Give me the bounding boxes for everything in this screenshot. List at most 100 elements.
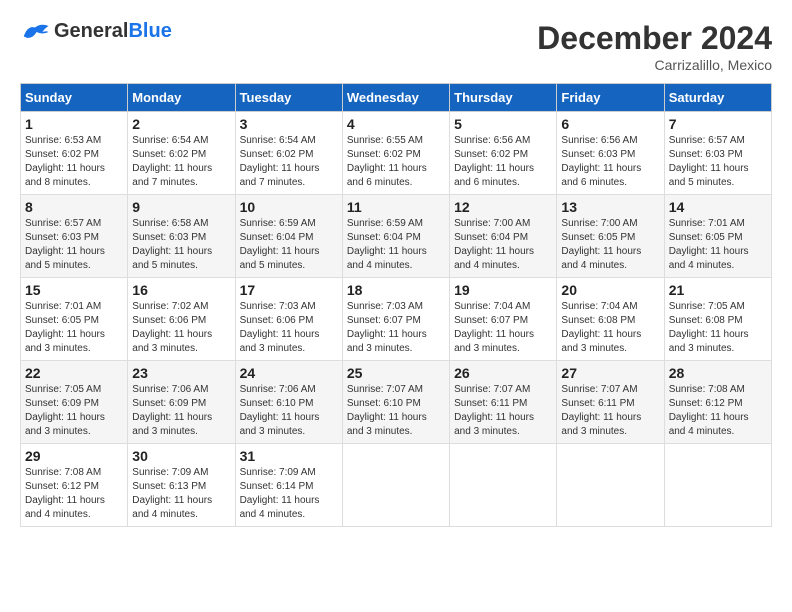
sunset-label: Sunset: 6:13 PM [132, 481, 206, 492]
calendar-cell: 19 Sunrise: 7:04 AM Sunset: 6:07 PM Dayl… [450, 278, 557, 361]
sunrise-label: Sunrise: 7:07 AM [347, 384, 423, 395]
calendar-cell: 7 Sunrise: 6:57 AM Sunset: 6:03 PM Dayli… [664, 112, 771, 195]
daylight-label: Daylight: 11 hours and 4 minutes. [561, 246, 641, 271]
sunset-label: Sunset: 6:03 PM [25, 232, 99, 243]
sunrise-label: Sunrise: 6:57 AM [25, 218, 101, 229]
sunrise-label: Sunrise: 6:57 AM [669, 135, 745, 146]
daylight-label: Daylight: 11 hours and 4 minutes. [240, 495, 320, 520]
sunrise-label: Sunrise: 7:07 AM [561, 384, 637, 395]
daylight-label: Daylight: 11 hours and 3 minutes. [240, 412, 320, 437]
calendar-cell: 17 Sunrise: 7:03 AM Sunset: 6:06 PM Dayl… [235, 278, 342, 361]
daylight-label: Daylight: 11 hours and 6 minutes. [454, 163, 534, 188]
sunset-label: Sunset: 6:04 PM [454, 232, 528, 243]
day-number: 2 [132, 116, 230, 132]
daylight-label: Daylight: 11 hours and 5 minutes. [132, 246, 212, 271]
sunset-label: Sunset: 6:03 PM [669, 149, 743, 160]
day-number: 18 [347, 282, 445, 298]
day-number: 5 [454, 116, 552, 132]
sunset-label: Sunset: 6:02 PM [240, 149, 314, 160]
sunset-label: Sunset: 6:07 PM [347, 315, 421, 326]
sunset-label: Sunset: 6:03 PM [561, 149, 635, 160]
day-info: Sunrise: 7:03 AM Sunset: 6:06 PM Dayligh… [240, 300, 338, 356]
day-number: 9 [132, 199, 230, 215]
day-info: Sunrise: 7:07 AM Sunset: 6:10 PM Dayligh… [347, 383, 445, 439]
day-info: Sunrise: 7:07 AM Sunset: 6:11 PM Dayligh… [454, 383, 552, 439]
daylight-label: Daylight: 11 hours and 4 minutes. [454, 246, 534, 271]
calendar-cell [557, 444, 664, 527]
calendar-cell: 21 Sunrise: 7:05 AM Sunset: 6:08 PM Dayl… [664, 278, 771, 361]
daylight-label: Daylight: 11 hours and 3 minutes. [561, 412, 641, 437]
day-number: 14 [669, 199, 767, 215]
daylight-label: Daylight: 11 hours and 7 minutes. [132, 163, 212, 188]
day-number: 19 [454, 282, 552, 298]
day-info: Sunrise: 7:09 AM Sunset: 6:13 PM Dayligh… [132, 466, 230, 522]
calendar-cell: 10 Sunrise: 6:59 AM Sunset: 6:04 PM Dayl… [235, 195, 342, 278]
day-info: Sunrise: 7:00 AM Sunset: 6:05 PM Dayligh… [561, 217, 659, 273]
day-number: 15 [25, 282, 123, 298]
daylight-label: Daylight: 11 hours and 3 minutes. [669, 329, 749, 354]
sunset-label: Sunset: 6:02 PM [347, 149, 421, 160]
daylight-label: Daylight: 11 hours and 6 minutes. [347, 163, 427, 188]
col-sunday: Sunday [21, 84, 128, 112]
calendar-cell [342, 444, 449, 527]
daylight-label: Daylight: 11 hours and 8 minutes. [25, 163, 105, 188]
sunrise-label: Sunrise: 6:59 AM [240, 218, 316, 229]
sunset-label: Sunset: 6:04 PM [240, 232, 314, 243]
calendar-cell [450, 444, 557, 527]
sunset-label: Sunset: 6:04 PM [347, 232, 421, 243]
day-info: Sunrise: 7:04 AM Sunset: 6:07 PM Dayligh… [454, 300, 552, 356]
sunrise-label: Sunrise: 7:01 AM [25, 301, 101, 312]
calendar-cell: 20 Sunrise: 7:04 AM Sunset: 6:08 PM Dayl… [557, 278, 664, 361]
day-number: 12 [454, 199, 552, 215]
page-header: GeneralBlue December 2024 Carrizalillo, … [20, 20, 772, 73]
calendar-cell: 12 Sunrise: 7:00 AM Sunset: 6:04 PM Dayl… [450, 195, 557, 278]
sunrise-label: Sunrise: 7:07 AM [454, 384, 530, 395]
day-number: 25 [347, 365, 445, 381]
day-info: Sunrise: 7:06 AM Sunset: 6:09 PM Dayligh… [132, 383, 230, 439]
day-info: Sunrise: 7:04 AM Sunset: 6:08 PM Dayligh… [561, 300, 659, 356]
sunset-label: Sunset: 6:14 PM [240, 481, 314, 492]
day-number: 17 [240, 282, 338, 298]
sunset-label: Sunset: 6:05 PM [25, 315, 99, 326]
day-number: 20 [561, 282, 659, 298]
col-monday: Monday [128, 84, 235, 112]
calendar-cell: 22 Sunrise: 7:05 AM Sunset: 6:09 PM Dayl… [21, 361, 128, 444]
calendar-cell: 3 Sunrise: 6:54 AM Sunset: 6:02 PM Dayli… [235, 112, 342, 195]
day-info: Sunrise: 6:53 AM Sunset: 6:02 PM Dayligh… [25, 134, 123, 190]
day-number: 27 [561, 365, 659, 381]
month-title: December 2024 [537, 20, 772, 57]
day-number: 4 [347, 116, 445, 132]
col-friday: Friday [557, 84, 664, 112]
daylight-label: Daylight: 11 hours and 3 minutes. [240, 329, 320, 354]
sunrise-label: Sunrise: 7:09 AM [240, 467, 316, 478]
sunrise-label: Sunrise: 7:00 AM [561, 218, 637, 229]
calendar-cell: 6 Sunrise: 6:56 AM Sunset: 6:03 PM Dayli… [557, 112, 664, 195]
sunrise-label: Sunrise: 6:59 AM [347, 218, 423, 229]
day-info: Sunrise: 6:59 AM Sunset: 6:04 PM Dayligh… [240, 217, 338, 273]
calendar-header-row: Sunday Monday Tuesday Wednesday Thursday… [21, 84, 772, 112]
calendar-cell: 30 Sunrise: 7:09 AM Sunset: 6:13 PM Dayl… [128, 444, 235, 527]
sunset-label: Sunset: 6:11 PM [454, 398, 527, 409]
day-number: 6 [561, 116, 659, 132]
daylight-label: Daylight: 11 hours and 5 minutes. [240, 246, 320, 271]
day-info: Sunrise: 6:56 AM Sunset: 6:03 PM Dayligh… [561, 134, 659, 190]
daylight-label: Daylight: 11 hours and 4 minutes. [25, 495, 105, 520]
calendar-cell: 4 Sunrise: 6:55 AM Sunset: 6:02 PM Dayli… [342, 112, 449, 195]
daylight-label: Daylight: 11 hours and 5 minutes. [25, 246, 105, 271]
logo-icon [20, 21, 50, 43]
day-number: 28 [669, 365, 767, 381]
sunrise-label: Sunrise: 7:08 AM [25, 467, 101, 478]
daylight-label: Daylight: 11 hours and 3 minutes. [132, 412, 212, 437]
calendar-table: Sunday Monday Tuesday Wednesday Thursday… [20, 83, 772, 527]
sunset-label: Sunset: 6:02 PM [454, 149, 528, 160]
day-info: Sunrise: 7:05 AM Sunset: 6:08 PM Dayligh… [669, 300, 767, 356]
col-thursday: Thursday [450, 84, 557, 112]
col-saturday: Saturday [664, 84, 771, 112]
sunset-label: Sunset: 6:03 PM [132, 232, 206, 243]
col-tuesday: Tuesday [235, 84, 342, 112]
daylight-label: Daylight: 11 hours and 3 minutes. [25, 329, 105, 354]
daylight-label: Daylight: 11 hours and 5 minutes. [669, 163, 749, 188]
day-number: 26 [454, 365, 552, 381]
calendar-cell: 25 Sunrise: 7:07 AM Sunset: 6:10 PM Dayl… [342, 361, 449, 444]
daylight-label: Daylight: 11 hours and 4 minutes. [669, 412, 749, 437]
